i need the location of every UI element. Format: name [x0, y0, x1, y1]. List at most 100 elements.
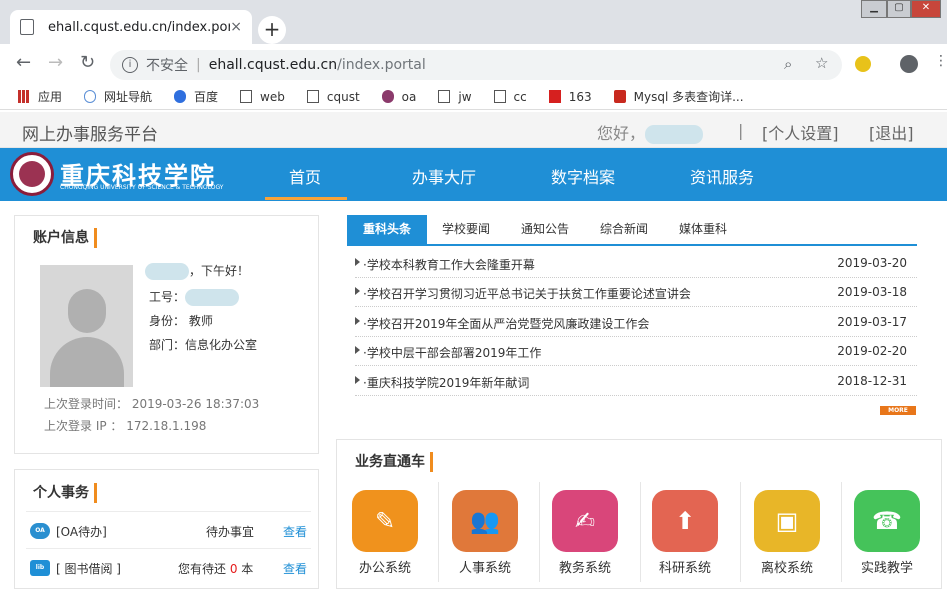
bookmark-apps[interactable]: 应用 [18, 88, 62, 105]
news-item[interactable]: ·学校本科教育工作大会隆重开幕 2019-03-20 [355, 249, 917, 278]
oa-badge-icon: OA [30, 523, 50, 539]
account-title: 账户信息 [33, 227, 97, 248]
nav-info-service[interactable]: 资讯服务 [690, 164, 754, 188]
new-tab-button[interactable]: + [258, 16, 286, 44]
tab-school-news[interactable]: 学校要闻 [426, 215, 506, 244]
platform-title: 网上办事服务平台 [22, 125, 158, 145]
main-nav: 重庆科技学院 CHONGQING UNIVERSITY OF SCIENCE &… [0, 148, 947, 201]
tab-headline[interactable]: 重科头条 [347, 215, 428, 244]
bookmark-163[interactable]: 163 [548, 90, 592, 104]
academic-icon: ✍ [552, 490, 618, 552]
menu-dots-icon[interactable]: ⋮ [934, 53, 947, 69]
tab-general-news[interactable]: 综合新闻 [584, 215, 664, 244]
account-id: 工号： [149, 288, 240, 306]
blurred-id [185, 289, 240, 306]
last-login-time: 上次登录时间： 2019-03-26 18:37:03 [44, 397, 260, 411]
news-item[interactable]: ·学校召开2019年全面从严治党暨党风廉政建设工作会 2019-03-17 [355, 308, 917, 337]
reload-icon[interactable]: ↻ [80, 52, 95, 73]
extension-icon[interactable] [855, 56, 871, 72]
bookmark-web[interactable]: web [240, 90, 285, 104]
globe-icon [84, 90, 97, 103]
hr-system-button[interactable]: 👥 人事系统 [451, 490, 519, 576]
account-greeting: ，下午好！ [145, 262, 249, 280]
bookmarks-bar: 应用 网址导航 百度 web cqust oa jw cc 163 Mysql … [0, 84, 947, 110]
bookmark-nav[interactable]: 网址导航 [84, 88, 152, 105]
bookmark-cc[interactable]: cc [493, 90, 527, 104]
practice-icon: ☎ [854, 490, 920, 552]
blurred-name [145, 263, 189, 280]
university-english-name: CHONGQING UNIVERSITY OF SCIENCE & TECHNO… [60, 184, 224, 191]
oa-view-link[interactable]: 查看 [283, 523, 307, 540]
zoom-search-icon[interactable]: ⌕ [784, 55, 792, 73]
university-logo[interactable] [10, 152, 54, 196]
close-window-icon[interactable]: ✕ [911, 0, 941, 18]
bookmark-jw[interactable]: jw [438, 90, 472, 104]
page-icon [493, 90, 506, 103]
window-controls: ▁ ▢ ✕ [861, 0, 941, 18]
more-button[interactable]: MORE [880, 406, 916, 415]
leaving-system-button[interactable]: ▣ 离校系统 [753, 490, 821, 576]
bookmark-mysql[interactable]: Mysql 多表查询详... [613, 88, 744, 105]
browser-tab[interactable]: ehall.cqust.edu.cn/index.portal × [10, 10, 252, 44]
security-label: 不安全 [146, 58, 188, 74]
url-separator: | [196, 57, 201, 73]
news-item[interactable]: ·重庆科技学院2019年新年献词 2018-12-31 [355, 367, 917, 396]
star-icon[interactable]: ☆ [815, 54, 828, 72]
bookmark-cqust[interactable]: cqust [306, 90, 360, 104]
tab-media[interactable]: 媒体重科 [663, 215, 743, 244]
nav-digital-archive[interactable]: 数字档案 [551, 164, 615, 188]
bookmark-baidu[interactable]: 百度 [174, 88, 218, 105]
nav-service-hall[interactable]: 办事大厅 [412, 164, 476, 188]
minimize-icon[interactable]: ▁ [861, 0, 887, 18]
oa-icon [381, 90, 394, 103]
blurred-username [645, 125, 704, 144]
netease-icon [548, 90, 561, 103]
url-path: /index.portal [337, 57, 426, 73]
tab-notices[interactable]: 通知公告 [505, 215, 585, 244]
forward-arrow-icon[interactable]: → [48, 52, 63, 73]
business-title: 业务直通车 [355, 451, 433, 472]
last-login-ip: 上次登录 IP ： 172.18.1.198 [44, 419, 207, 433]
header-separator: | [738, 121, 744, 140]
oa-todo-label: [OA待办] [56, 525, 107, 539]
news-item[interactable]: ·学校中层干部会部署2019年工作 2019-02-20 [355, 337, 917, 366]
personal-settings-link[interactable]: [个人设置] [762, 120, 839, 144]
office-system-button[interactable]: ✎ 办公系统 [351, 490, 419, 576]
bullet-icon [355, 376, 360, 384]
personal-affairs-title: 个人事务 [33, 482, 97, 503]
info-icon[interactable]: i [122, 57, 138, 73]
account-role: 身份： 教师 [149, 314, 213, 328]
research-system-button[interactable]: ⬆ 科研系统 [651, 490, 719, 576]
oa-todo-status: 待办事宜 [206, 525, 255, 539]
library-badge-icon: lib [30, 560, 50, 576]
close-tab-icon[interactable]: × [230, 19, 242, 35]
page-icon [240, 90, 253, 103]
leaving-icon: ▣ [754, 490, 820, 552]
nav-home[interactable]: 首页 [289, 164, 321, 188]
office-icon: ✎ [352, 490, 418, 552]
back-arrow-icon[interactable]: ← [16, 52, 31, 73]
account-dept: 部门：信息化办公室 [149, 338, 258, 352]
news-item[interactable]: ·学校召开学习贯彻习近平总书记关于扶贫工作重要论述宣讲会 2019-03-18 [355, 278, 917, 307]
logout-link[interactable]: [退出] [869, 120, 914, 144]
academic-system-button[interactable]: ✍ 教务系统 [551, 490, 619, 576]
profile-icon[interactable] [900, 55, 918, 73]
url-domain: ehall.cqust.edu.cn [208, 57, 338, 73]
practice-teaching-button[interactable]: ☎ 实践教学 [853, 490, 921, 576]
active-nav-underline [265, 197, 347, 200]
library-borrow-status: 您有待还 0 本 [178, 562, 254, 576]
library-view-link[interactable]: 查看 [283, 560, 307, 577]
baidu-icon [174, 90, 187, 103]
hr-icon: 👥 [452, 490, 518, 552]
maximize-icon[interactable]: ▢ [887, 0, 911, 18]
user-greeting: 您好， [597, 120, 704, 144]
address-bar[interactable]: i 不安全 | ehall.cqust.edu.cn/index.portal … [110, 50, 842, 80]
page-icon [20, 19, 34, 35]
page-icon [438, 90, 451, 103]
browser-tab-strip: ehall.cqust.edu.cn/index.portal × + ▁ ▢ … [0, 0, 947, 44]
site-header: 网上办事服务平台 您好， | [个人设置] [退出] [0, 112, 947, 148]
bookmark-oa[interactable]: oa [381, 90, 416, 104]
news-tabs: 重科头条 学校要闻 通知公告 综合新闻 媒体重科 [347, 215, 917, 246]
bullet-icon [355, 317, 360, 325]
csdn-icon [613, 90, 626, 103]
